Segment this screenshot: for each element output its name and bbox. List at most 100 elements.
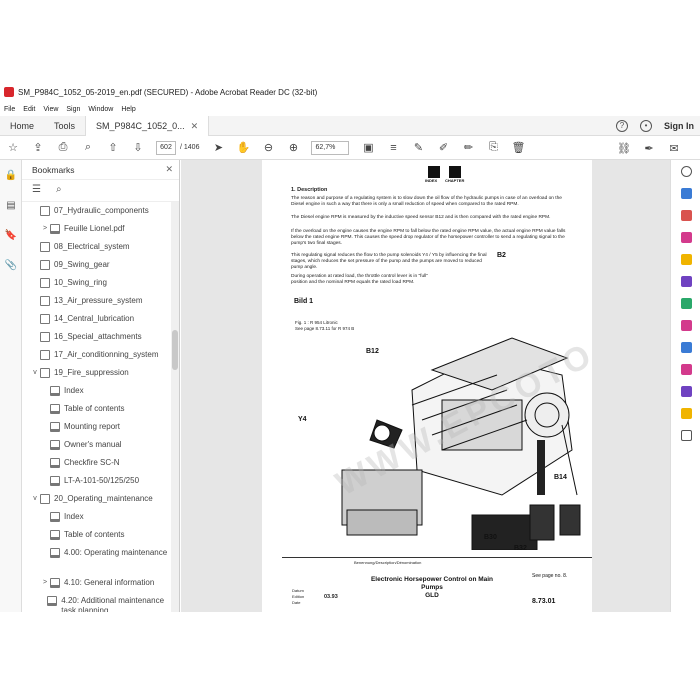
zoom-out-icon[interactable]: ⊖ (261, 141, 275, 155)
bookmark-item[interactable]: 07_Hydraulic_components (22, 202, 172, 220)
bookmark-item[interactable]: Owner's manual (22, 436, 172, 454)
label-b12: B12 (366, 348, 379, 355)
protect-icon[interactable] (671, 336, 700, 358)
bookmark-item[interactable]: v 19_Fire_suppression (22, 364, 172, 382)
bookmark-item[interactable]: 14_Central_lubrication (22, 310, 172, 328)
scroll-mode-icon[interactable]: ≡ (386, 141, 400, 155)
date-value: 03.93 (324, 594, 338, 600)
bookmark-item[interactable]: LT-A-101-50/125/250 (22, 472, 172, 490)
menu-help[interactable]: Help (121, 106, 135, 113)
bookmark-item[interactable]: 09_Swing_gear (22, 256, 172, 274)
document-viewport[interactable]: INDEX CHAPTER 1. Description The reason … (181, 160, 670, 612)
close-tab-icon[interactable]: ✕ (191, 116, 199, 136)
prev-page-icon[interactable]: ⇧ (106, 141, 120, 155)
next-page-icon[interactable]: ⇩ (131, 141, 145, 155)
chevron-icon[interactable]: v (30, 368, 40, 378)
zoom-tool-icon[interactable] (671, 160, 700, 182)
bookmark-label: Index (64, 386, 84, 395)
share-link-icon[interactable]: ⛓ (617, 141, 631, 155)
bookmark-item[interactable]: 4.20: Additional maintenance task planni… (22, 592, 172, 612)
bookmark-item[interactable]: Checkfire SC-N (22, 454, 172, 472)
find-icon[interactable]: ⌕ (81, 141, 95, 155)
bookmarks-icon[interactable]: 🔖 (0, 220, 22, 250)
chevron-icon[interactable]: > (40, 224, 50, 234)
send-for-signature-icon[interactable] (671, 402, 700, 424)
comment-tool-icon[interactable] (671, 248, 700, 270)
index-nav-label: INDEX (425, 178, 438, 183)
bookmark-item[interactable]: > Feuille Lionel.pdf (22, 220, 172, 238)
bookmark-item[interactable]: >4.10: General information (22, 574, 172, 592)
datum-label: Datum (292, 588, 304, 593)
more-tools-icon[interactable] (671, 424, 700, 446)
zoom-in-icon[interactable]: ⊕ (286, 141, 300, 155)
label-b32: B32 (514, 545, 527, 552)
sign-icon[interactable]: ✒ (642, 141, 656, 155)
bookmark-icon (50, 440, 60, 450)
select-cursor-icon[interactable]: ➤ (211, 141, 225, 155)
bookmark-item[interactable]: 17_Air_conditionning_system (22, 346, 172, 364)
chevron-icon[interactable]: v (30, 494, 40, 504)
menu-file[interactable]: File (4, 106, 15, 113)
label-b14: B14 (554, 474, 567, 481)
fill-sign-icon[interactable] (671, 380, 700, 402)
help-icon[interactable]: ? (616, 120, 628, 132)
email-icon[interactable]: ✉ (667, 141, 681, 155)
label-b2: B2 (497, 252, 506, 259)
menu-window[interactable]: Window (88, 106, 113, 113)
chevron-icon[interactable]: > (40, 578, 50, 588)
print-icon[interactable]: ⎙ (56, 141, 70, 155)
bookmark-item[interactable]: 13_Air_pressure_system (22, 292, 172, 310)
notifications-icon[interactable]: • (640, 120, 652, 132)
expand-bookmarks-icon[interactable]: ☰ (32, 184, 46, 198)
bookmark-item[interactable]: 16_Special_attachments (22, 328, 172, 346)
menu-view[interactable]: View (43, 106, 58, 113)
bookmark-star-icon[interactable]: ☆ (6, 141, 20, 155)
tab-document[interactable]: SM_P984C_1052_0... ✕ (85, 115, 210, 136)
draw-icon[interactable]: ✏ (461, 141, 475, 155)
highlight-icon[interactable]: ✐ (436, 141, 450, 155)
attachments-icon[interactable]: 📎 (0, 250, 22, 280)
zoom-level-select[interactable]: 62,7% (311, 140, 350, 155)
stamp-icon[interactable]: ⎘ (486, 141, 500, 155)
close-panel-icon[interactable]: ✕ (165, 164, 173, 175)
title-block-header: Benennung/Description/Dénomination (354, 560, 422, 565)
bookmark-item[interactable]: Mounting report (22, 418, 172, 436)
bookmark-icon (50, 548, 60, 558)
hand-tool-icon[interactable]: ✋ (236, 141, 251, 155)
bookmark-item[interactable]: v 20_Operating_maintenance (22, 490, 172, 508)
organize-pages-icon[interactable] (671, 292, 700, 314)
index-nav-icon[interactable] (428, 166, 440, 178)
redact-icon[interactable] (671, 314, 700, 336)
tab-home[interactable]: Home (0, 116, 44, 136)
bookmark-item[interactable]: 4.00: Operating maintenance (22, 544, 172, 574)
page-thumbnails-icon[interactable]: ▤ (0, 190, 22, 220)
search-bookmarks-icon[interactable]: ⌕ (56, 184, 70, 198)
edit-pdf-icon[interactable] (671, 226, 700, 248)
comment-icon[interactable]: ✎ (411, 141, 425, 155)
tab-tools[interactable]: Tools (44, 116, 85, 136)
menu-sign[interactable]: Sign (66, 106, 80, 113)
bookmark-item[interactable]: Index (22, 508, 172, 526)
bookmark-label: 08_Electrical_system (54, 242, 130, 251)
bookmark-item[interactable]: 10_Swing_ring (22, 274, 172, 292)
compress-pdf-icon[interactable] (671, 358, 700, 380)
upload-icon[interactable]: ⇪ (31, 141, 45, 155)
fit-page-icon[interactable]: ▣ (361, 141, 375, 155)
bookmark-item[interactable]: Table of contents (22, 526, 172, 544)
bookmark-item[interactable]: Index (22, 382, 172, 400)
combine-files-icon[interactable] (671, 270, 700, 292)
lock-icon[interactable]: 🔒 (0, 160, 22, 190)
bookmark-item[interactable]: 08_Electrical_system (22, 238, 172, 256)
menu-edit[interactable]: Edit (23, 106, 35, 113)
bookmark-label: Owner's manual (64, 440, 122, 449)
bookmarks-scrollbar[interactable] (171, 202, 179, 612)
chapter-nav-icon[interactable] (449, 166, 461, 178)
left-nav-rail: 🔒 ▤ 🔖 📎 (0, 160, 22, 612)
page-number-input[interactable]: 602 (156, 140, 176, 155)
create-pdf-icon[interactable] (671, 204, 700, 226)
sign-in-button[interactable]: Sign In (664, 121, 694, 131)
scrollbar-thumb[interactable] (172, 330, 178, 370)
delete-icon[interactable]: 🗑 (511, 141, 525, 155)
export-pdf-icon[interactable] (671, 182, 700, 204)
bookmark-item[interactable]: Table of contents (22, 400, 172, 418)
